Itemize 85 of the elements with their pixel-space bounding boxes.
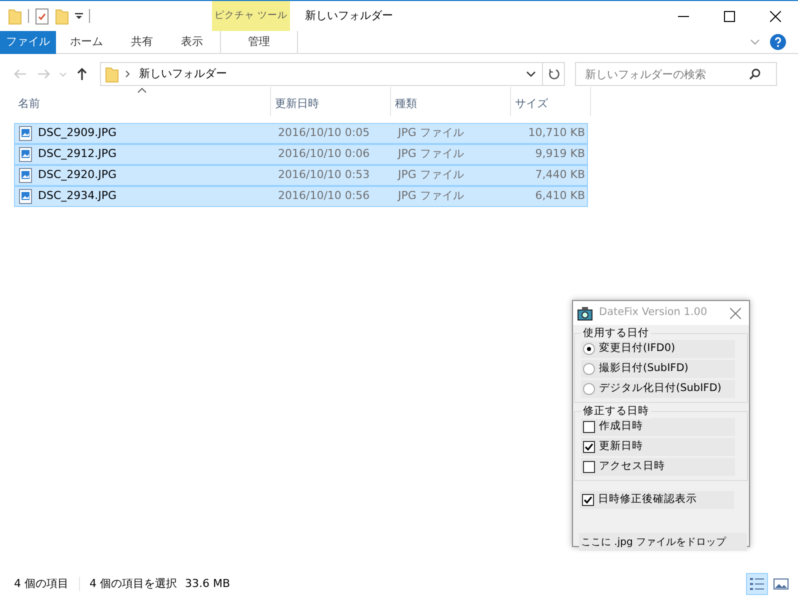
radio-option[interactable]: 変更日付(IFD0) (581, 340, 735, 358)
file-row[interactable]: DSC_2912.JPG 2016/10/10 0:06 JPG ファイル 9,919 KB (14, 144, 588, 165)
group-label: 使用する日付 (581, 325, 651, 341)
file-row[interactable]: DSC_2909.JPG 2016/10/10 0:05 JPG ファイル 10,710 KB (14, 123, 588, 144)
file-row[interactable]: DSC_2934.JPG 2016/10/10 0:56 JPG ファイル 6,410 KB (14, 186, 588, 207)
status-item-count: 4 個の項目 (14, 576, 68, 592)
ribbon-tab[interactable]: 共有 (117, 31, 167, 54)
column-header[interactable]: 種類 (391, 87, 511, 116)
column-header[interactable]: 名前 (14, 87, 271, 116)
file-size: 7,440 KB (534, 167, 586, 184)
checkbox[interactable] (582, 494, 594, 506)
details-view-button[interactable] (746, 573, 768, 595)
column-header[interactable]: 更新日時 (271, 87, 391, 116)
chevron-right-icon (125, 70, 131, 78)
checkbox[interactable] (583, 461, 595, 473)
image-file-icon (19, 147, 32, 162)
checkbox[interactable] (583, 441, 595, 453)
status-selection: 4 個の項目を選択 (90, 576, 177, 592)
image-file-icon (19, 168, 32, 183)
file-date: 2016/10/10 0:05 (277, 125, 371, 142)
ribbon-tab[interactable]: ホーム (56, 31, 117, 54)
address-path: 新しいフォルダー (139, 66, 227, 82)
address-bar[interactable]: 新しいフォルダー (100, 62, 565, 86)
file-name: DSC_2934.JPG (38, 188, 117, 204)
window-title: 新しいフォルダー (305, 8, 393, 24)
file-name: DSC_2909.JPG (38, 125, 117, 142)
file-size: 6,410 KB (534, 188, 586, 204)
arrow-left-icon (13, 67, 27, 81)
camera-icon (577, 306, 593, 320)
status-size: 33.6 MB (185, 576, 230, 592)
radio-button[interactable] (583, 383, 595, 395)
refresh-icon (548, 68, 560, 80)
checkbox[interactable] (583, 421, 595, 433)
image-icon (773, 576, 789, 592)
context-tab-label: ピクチャ ツール (212, 1, 290, 31)
search-icon[interactable] (749, 68, 761, 80)
radio-button[interactable] (583, 343, 595, 355)
checkbox-option[interactable]: 更新日時 (581, 438, 735, 456)
folder-icon (105, 66, 119, 82)
search-field[interactable]: 新しいフォルダーの検索 (575, 62, 777, 86)
option-label: 撮影日付(SubIFD) (599, 361, 688, 376)
arrow-up-icon (75, 67, 89, 81)
ribbon-tab[interactable]: ファイル (0, 31, 56, 54)
dropdown-icon[interactable] (75, 12, 83, 20)
file-size: 10,710 KB (527, 125, 586, 142)
radio-option[interactable]: 撮影日付(SubIFD) (581, 360, 735, 378)
drop-hint: ここに .jpg ファイルをドロップ (579, 533, 747, 551)
file-type: JPG ファイル (396, 167, 465, 184)
column-header[interactable]: サイズ (511, 87, 591, 116)
file-name: DSC_2920.JPG (38, 167, 117, 184)
checkbox-option[interactable]: 日時修正後確認表示 (580, 491, 734, 509)
option-label: 更新日時 (599, 439, 643, 454)
option-label: 日時修正後確認表示 (598, 492, 697, 508)
arrow-right-icon (37, 67, 51, 81)
close-icon (770, 10, 780, 22)
ribbon-tab[interactable]: 管理 (220, 31, 298, 54)
file-date: 2016/10/10 0:53 (277, 167, 371, 184)
close-icon (730, 308, 740, 318)
sort-up-icon (138, 88, 146, 93)
file-row[interactable]: DSC_2920.JPG 2016/10/10 0:53 JPG ファイル 7,440 KB (14, 165, 588, 186)
file-type: JPG ファイル (396, 125, 465, 142)
option-label: 作成日時 (599, 419, 643, 434)
file-type: JPG ファイル (396, 188, 465, 204)
maximize-icon (724, 10, 734, 22)
image-file-icon (19, 126, 32, 141)
checkbox-option[interactable]: 作成日時 (581, 418, 735, 436)
ribbon-tab[interactable]: 表示 (167, 31, 217, 54)
dialog-title: DateFix Version 1.00 (599, 305, 708, 320)
file-date: 2016/10/10 0:56 (277, 188, 371, 204)
file-type: JPG ファイル (396, 146, 465, 162)
radio-button[interactable] (583, 363, 595, 375)
option-label: アクセス日時 (599, 459, 665, 474)
option-label: デジタル化日付(SubIFD) (599, 381, 722, 396)
file-name: DSC_2912.JPG (38, 146, 117, 162)
group-label: 修正する日時 (581, 403, 651, 419)
checkbox-option[interactable]: アクセス日時 (581, 458, 735, 476)
image-file-icon (19, 189, 32, 204)
file-date: 2016/10/10 0:06 (277, 146, 371, 162)
option-label: 変更日付(IFD0) (599, 341, 676, 356)
file-size: 9,919 KB (534, 146, 586, 162)
list-icon (749, 576, 765, 592)
chevron-down-icon[interactable] (526, 71, 536, 77)
properties-icon[interactable] (35, 8, 49, 24)
radio-option[interactable]: デジタル化日付(SubIFD) (581, 380, 735, 398)
help-icon[interactable] (770, 34, 786, 50)
